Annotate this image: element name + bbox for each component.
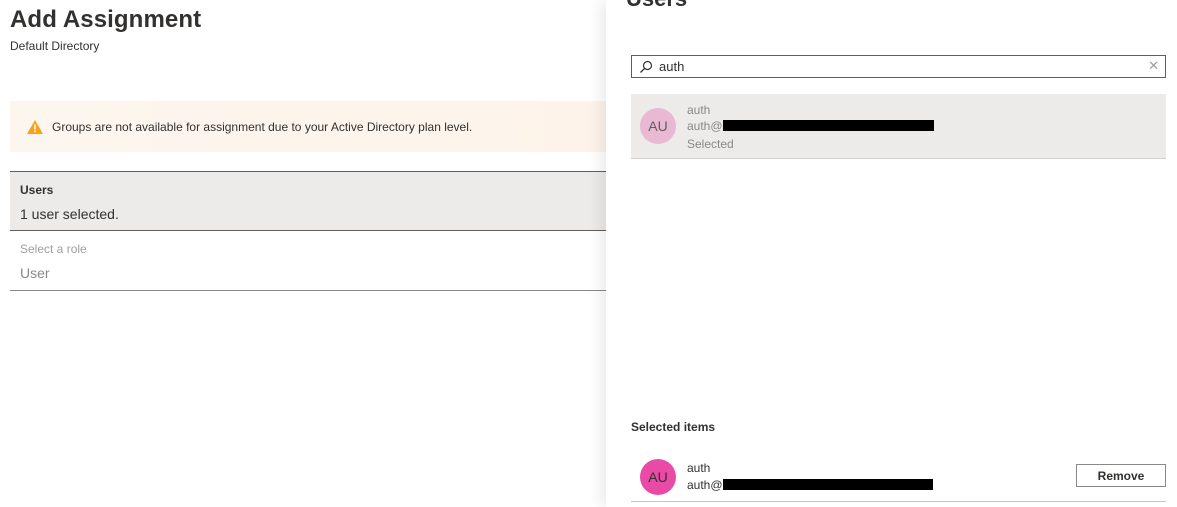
warning-text: Groups are not available for assignment … — [52, 119, 473, 134]
result-email: auth@ — [687, 119, 934, 133]
avatar: AU — [640, 108, 676, 144]
selected-item-name: auth — [687, 461, 711, 475]
warning-icon — [26, 119, 44, 135]
role-field-value: User — [20, 265, 50, 281]
search-result-row[interactable]: AU auth auth@ Selected — [631, 94, 1166, 159]
search-box[interactable]: ✕ — [631, 55, 1166, 78]
role-field[interactable]: Select a role User — [10, 232, 606, 291]
selected-item-email-prefix: auth@ — [687, 478, 723, 492]
result-name: auth — [687, 103, 711, 117]
add-assignment-pane: Add Assignment Default Directory Groups … — [0, 0, 606, 507]
redaction-bar — [722, 120, 934, 131]
remove-button[interactable]: Remove — [1076, 464, 1166, 487]
users-picker-panel: Users ✕ AU auth auth@ Selected Selected … — [606, 0, 1177, 507]
users-field[interactable]: Users 1 user selected. — [10, 171, 606, 231]
panel-title: Users — [626, 0, 687, 12]
result-status: Selected — [687, 137, 734, 151]
result-email-prefix: auth@ — [687, 119, 723, 133]
search-icon — [637, 58, 655, 76]
users-field-label: Users — [20, 183, 54, 197]
selected-item-email: auth@ — [687, 478, 933, 492]
redaction-bar — [722, 479, 933, 490]
users-field-value: 1 user selected. — [20, 206, 119, 222]
selected-item-row: AU auth auth@ Remove — [631, 452, 1166, 502]
page-subtitle: Default Directory — [10, 39, 100, 53]
close-icon[interactable]: ✕ — [1148, 58, 1159, 74]
search-input[interactable] — [659, 59, 1139, 74]
role-field-label: Select a role — [20, 242, 87, 256]
warning-banner: Groups are not available for assignment … — [10, 101, 606, 152]
page-title: Add Assignment — [10, 6, 202, 33]
selected-items-heading: Selected items — [631, 420, 716, 434]
avatar: AU — [640, 459, 676, 495]
